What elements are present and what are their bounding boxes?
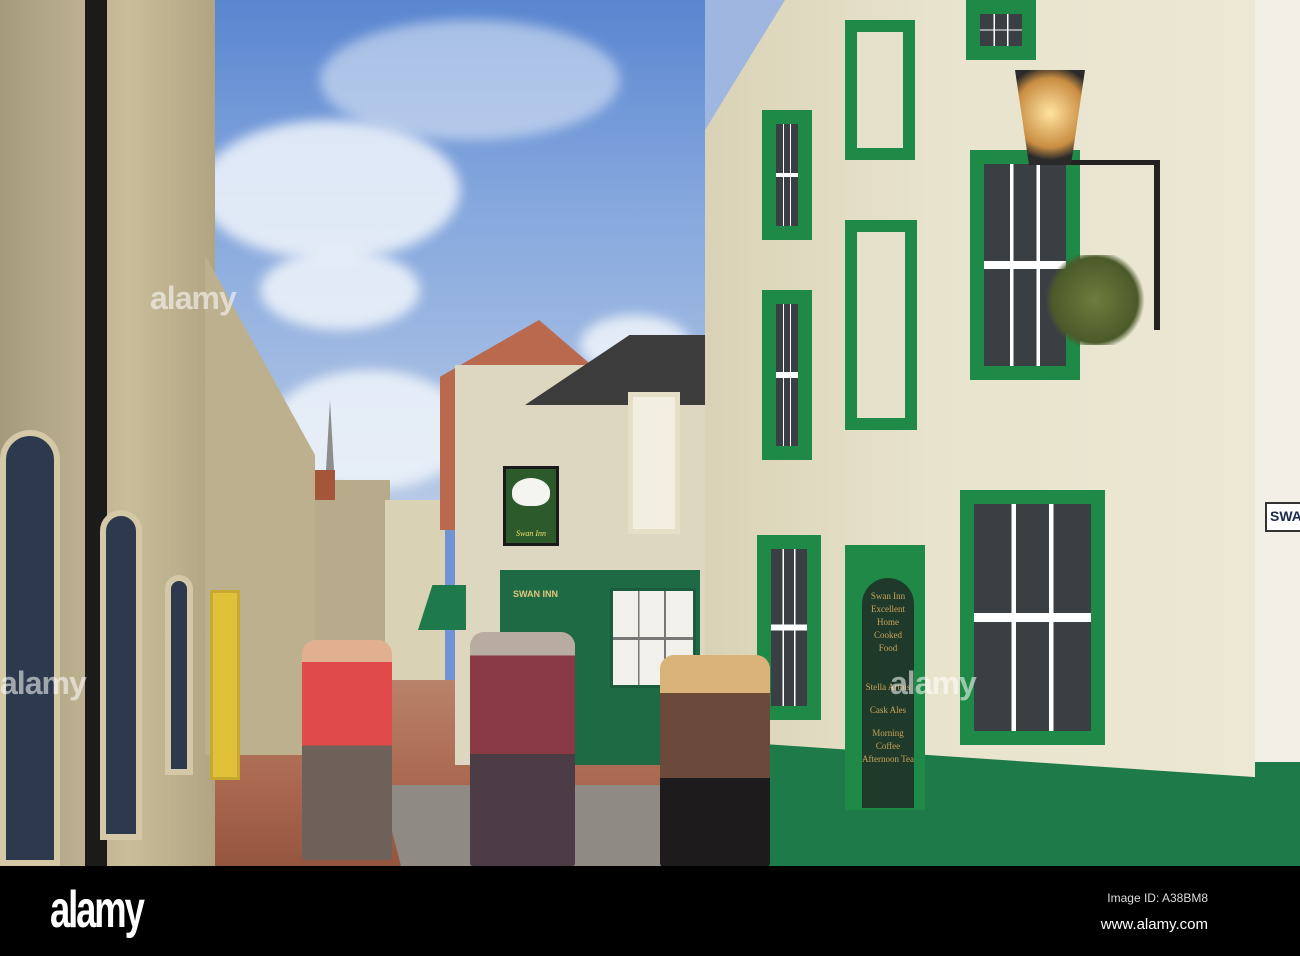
site-url: www.alamy.com (1100, 916, 1208, 933)
board-line: Afternoon Tea (862, 754, 914, 764)
pub-sign-text: Swan Inn (516, 529, 546, 538)
stone-arch (0, 430, 60, 866)
yellow-shopfront (210, 590, 240, 780)
blind-window (845, 20, 915, 160)
cloud (320, 20, 620, 140)
board-line: Excellent (871, 604, 905, 614)
person-blonde-woman (660, 655, 770, 866)
alamy-logo: alamy (50, 881, 145, 939)
board-line: Home Cooked (874, 617, 902, 640)
board-line: Cask Ales (869, 705, 907, 715)
footer-bar: alamy Image ID: A38BM8 www.alamy.com (0, 866, 1300, 956)
board-line: Food (878, 643, 898, 653)
person-maroon-shirt (470, 632, 575, 866)
watermark: alamy (0, 665, 87, 701)
image-id: Image ID: A38BM8 (1107, 891, 1208, 905)
street-photo: SWAN INN Swan Inn SWA Swan Inn Excellent… (0, 0, 1300, 866)
blind-window (845, 220, 917, 430)
swan-icon (512, 478, 550, 506)
sash-window (628, 392, 680, 534)
stone-arch (100, 510, 142, 840)
cloud (200, 120, 460, 260)
window (960, 490, 1105, 745)
board-line: Swan Inn (870, 591, 906, 601)
hanging-basket (1040, 255, 1150, 345)
street-name-sign: SWA (1265, 502, 1300, 532)
window (762, 110, 812, 240)
watermark: alamy (150, 280, 237, 316)
corner-plinth (1255, 762, 1300, 866)
window (966, 0, 1036, 60)
window (762, 290, 812, 460)
stone-arch (165, 575, 193, 775)
person-red-hoodie (302, 640, 392, 860)
fascia-sign: SWAN INN (513, 589, 558, 599)
cloud (260, 250, 420, 330)
board-line: Morning Coffee (872, 728, 904, 751)
corner-building (1255, 0, 1300, 866)
watermark: alamy (890, 665, 977, 701)
